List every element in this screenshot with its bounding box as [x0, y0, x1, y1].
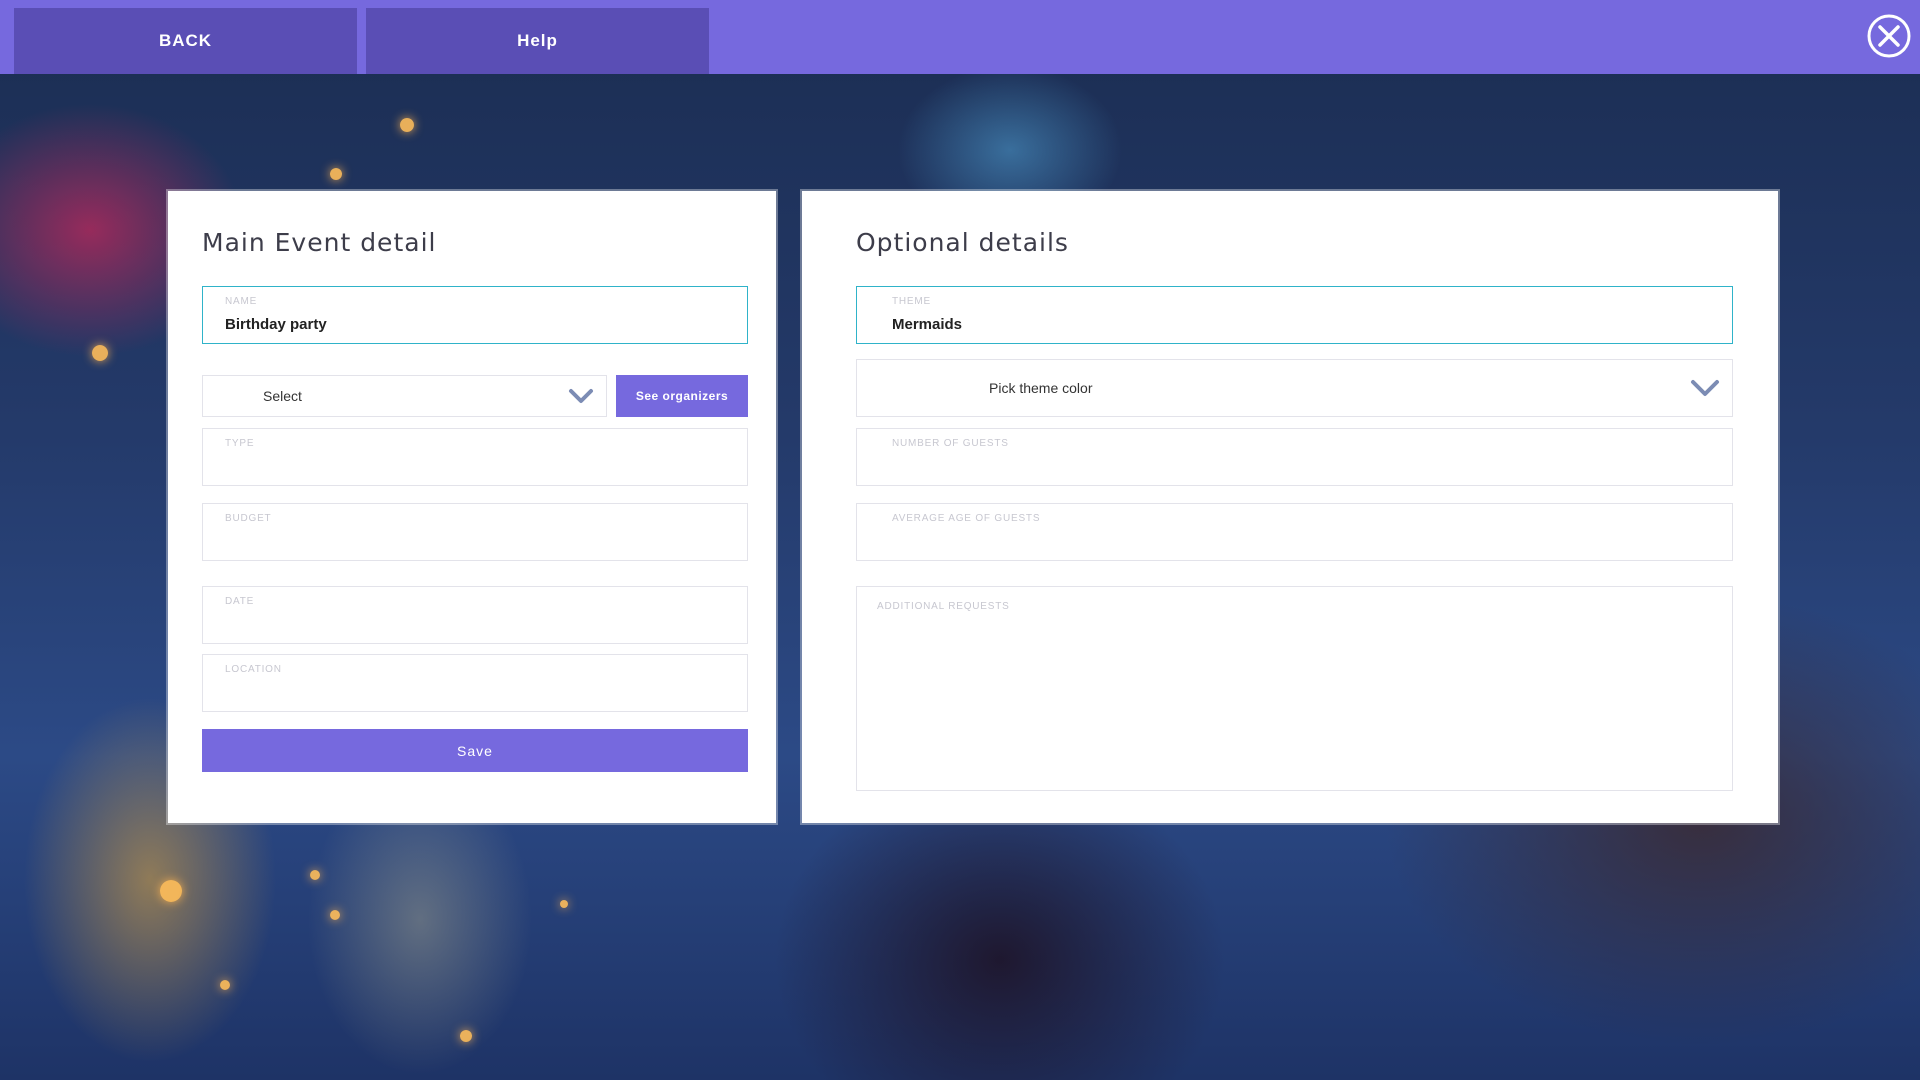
close-circle-icon — [1867, 14, 1911, 58]
main-event-panel: Main Event detail NAME Birthday party Se… — [168, 191, 776, 823]
main-panel-title: Main Event detail — [202, 228, 437, 257]
organizer-select-value: Select — [263, 388, 302, 404]
chevron-down-icon — [569, 389, 593, 403]
organizer-select[interactable]: Select — [202, 375, 607, 417]
number-of-guests-label: NUMBER OF GUESTS — [892, 438, 1009, 449]
additional-requests-textarea[interactable]: ADDITIONAL REQUESTS — [856, 586, 1733, 791]
average-age-field[interactable]: AVERAGE AGE OF GUESTS — [856, 503, 1733, 561]
type-label: TYPE — [225, 438, 255, 449]
name-field[interactable]: NAME Birthday party — [202, 286, 748, 344]
bokeh-light — [460, 1030, 472, 1042]
location-field[interactable]: LOCATION — [202, 654, 748, 712]
back-button[interactable]: BACK — [14, 8, 357, 74]
see-organizers-button[interactable]: See organizers — [616, 375, 748, 417]
bokeh-light — [92, 345, 108, 361]
theme-color-select-value: Pick theme color — [989, 380, 1093, 396]
bokeh-light — [400, 118, 414, 132]
bokeh-light — [330, 910, 340, 920]
bokeh-light — [560, 900, 568, 908]
theme-label: THEME — [892, 296, 931, 307]
theme-color-select[interactable]: Pick theme color — [856, 359, 1733, 417]
type-field[interactable]: TYPE — [202, 428, 748, 486]
bokeh-light — [160, 880, 182, 902]
average-age-label: AVERAGE AGE OF GUESTS — [892, 513, 1041, 524]
optional-details-panel: Optional details THEME Mermaids Pick the… — [802, 191, 1778, 823]
date-field[interactable]: DATE — [202, 586, 748, 644]
close-button[interactable] — [1866, 13, 1912, 59]
budget-field[interactable]: BUDGET — [202, 503, 748, 561]
theme-field[interactable]: THEME Mermaids — [856, 286, 1733, 344]
theme-value: Mermaids — [892, 316, 963, 333]
name-label: NAME — [225, 296, 258, 307]
save-button[interactable]: Save — [202, 729, 748, 772]
additional-requests-label: ADDITIONAL REQUESTS — [877, 601, 1010, 612]
chevron-down-icon — [1691, 380, 1719, 396]
bokeh-light — [330, 168, 342, 180]
name-value: Birthday party — [225, 316, 327, 333]
optional-panel-title: Optional details — [856, 228, 1069, 257]
bokeh-light — [310, 870, 320, 880]
date-label: DATE — [225, 596, 255, 607]
location-label: LOCATION — [225, 664, 282, 675]
top-bar: BACK Help — [0, 0, 1920, 74]
bokeh-light — [220, 980, 230, 990]
help-button[interactable]: Help — [366, 8, 709, 74]
number-of-guests-field[interactable]: NUMBER OF GUESTS — [856, 428, 1733, 486]
budget-label: BUDGET — [225, 513, 272, 524]
